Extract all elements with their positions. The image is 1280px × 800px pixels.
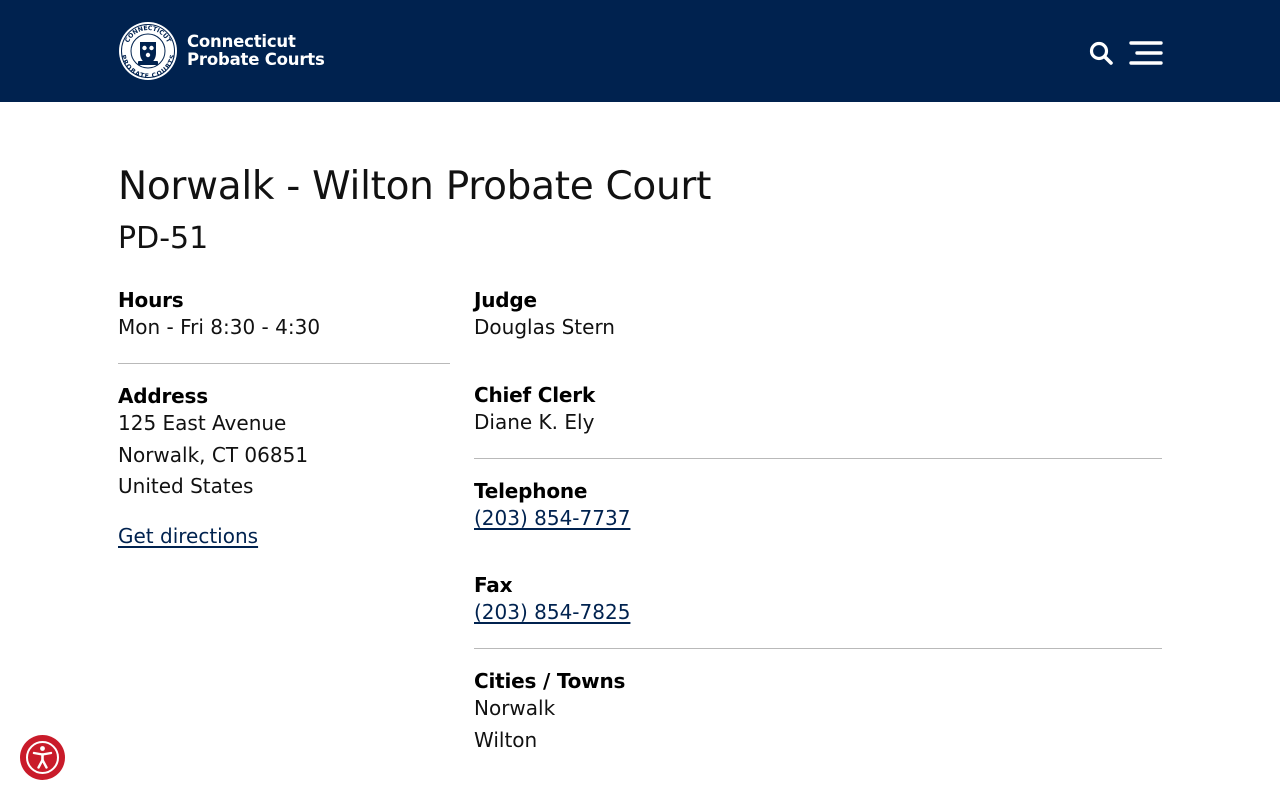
telephone-link[interactable]: (203) 854-7737 [474, 503, 630, 535]
fax-label: Fax [474, 573, 513, 597]
menu-button[interactable] [1129, 40, 1163, 66]
directions-wrapper: Get directions [118, 521, 258, 553]
address-line-3: United States [118, 474, 254, 498]
chief-clerk-section: Chief Clerk Diane K. Ely [474, 383, 595, 439]
fax-link[interactable]: (203) 854-7825 [474, 597, 630, 629]
address-section: Address 125 East Avenue Norwalk, CT 0685… [118, 384, 308, 503]
judge-section: Judge Douglas Stern [474, 288, 615, 344]
hamburger-menu-icon [1129, 41, 1163, 65]
hours-section: Hours Mon - Fri 8:30 - 4:30 [118, 288, 320, 344]
address-label: Address [118, 384, 208, 408]
divider [474, 648, 1162, 649]
page-title: Norwalk - Wilton Probate Court [118, 164, 712, 209]
cities-towns-section: Cities / Towns Norwalk Wilton [474, 669, 625, 756]
town-item: Wilton [474, 727, 538, 752]
site-logo-text: Connecticut Probate Courts [187, 33, 325, 69]
site-logo-link[interactable]: CONNECTICUT PROBATE COURTS Connecticut P… [118, 21, 325, 81]
hours-label: Hours [118, 288, 184, 312]
search-button[interactable] [1088, 40, 1114, 66]
town-item: Norwalk [474, 696, 556, 720]
chief-clerk-label: Chief Clerk [474, 383, 596, 407]
chief-clerk-value: Diane K. Ely [474, 410, 595, 434]
judge-label: Judge [474, 288, 537, 312]
connecticut-seal-logo: CONNECTICUT PROBATE COURTS [119, 22, 177, 80]
telephone-label: Telephone [474, 479, 588, 503]
address-line-2: Norwalk, CT 06851 [118, 442, 309, 467]
accessibility-button[interactable] [20, 735, 65, 780]
divider [474, 458, 1162, 459]
search-icon [1089, 41, 1113, 65]
telephone-section: Telephone (203) 854-7737 [474, 479, 630, 535]
logo-line-1: Connecticut [187, 32, 296, 51]
fax-section: Fax (203) 854-7825 [474, 573, 630, 629]
site-header: CONNECTICUT PROBATE COURTS Connecticut P… [0, 0, 1280, 102]
address-line-1: 125 East Avenue [118, 411, 287, 435]
judge-value: Douglas Stern [474, 315, 615, 339]
divider [118, 363, 450, 364]
hours-value: Mon - Fri 8:30 - 4:30 [118, 315, 321, 339]
logo-line-2: Probate Courts [187, 50, 325, 69]
accessibility-icon [26, 741, 59, 774]
court-code: PD-51 [118, 221, 209, 256]
cities-towns-label: Cities / Towns [474, 669, 626, 693]
get-directions-link[interactable]: Get directions [118, 521, 258, 553]
